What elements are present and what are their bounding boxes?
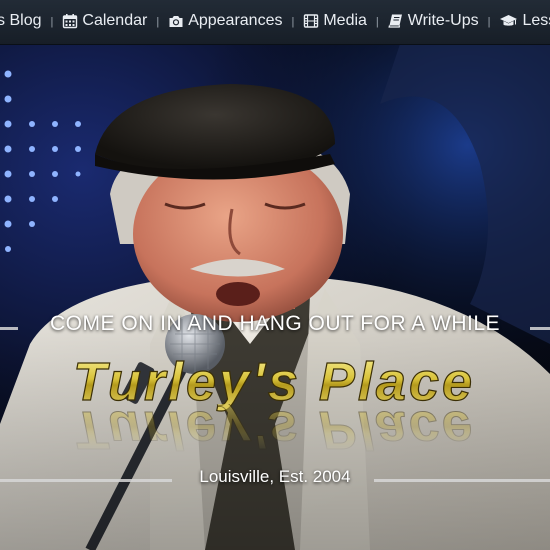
page: 's Blog | Calendar | xyxy=(0,0,550,550)
nav-item-label: 's Blog xyxy=(0,12,42,29)
camera-icon xyxy=(169,16,183,27)
book-icon xyxy=(388,14,402,28)
film-icon xyxy=(304,14,319,28)
nav-item-lessons[interactable]: Less xyxy=(499,12,550,30)
top-nav: 's Blog | Calendar | xyxy=(0,0,550,45)
nav-item-label: Appearances xyxy=(188,12,283,29)
nav-item-write-ups[interactable]: Write-Ups xyxy=(388,12,479,30)
nav-separator: | xyxy=(375,16,379,28)
nav-menu: 's Blog | Calendar | xyxy=(0,12,550,30)
nav-separator: | xyxy=(50,16,54,28)
nav-item-label: Write-Ups xyxy=(407,12,479,29)
nav-item-label: Calendar xyxy=(82,12,148,29)
nav-separator: | xyxy=(291,16,295,28)
nav-item-appearances[interactable]: Appearances xyxy=(168,12,282,30)
nav-item-blog[interactable]: 's Blog xyxy=(0,12,42,30)
nav-separator: | xyxy=(156,16,160,28)
subtitle: Louisville, Est. 2004 xyxy=(199,467,351,486)
tagline: COME ON IN AND HANG OUT FOR A WHILE xyxy=(50,312,500,335)
graduation-cap-icon xyxy=(500,15,518,26)
nav-item-label: Media xyxy=(323,12,367,29)
nav-item-label: Less xyxy=(522,12,550,29)
nav-item-media[interactable]: Media xyxy=(303,12,367,30)
calendar-icon xyxy=(63,14,78,29)
logo-reflection: Turley's Place xyxy=(73,400,475,454)
hero-banner: COME ON IN AND HANG OUT FOR A WHILE Turl… xyxy=(0,44,550,550)
nav-separator: | xyxy=(487,16,491,28)
nav-item-calendar[interactable]: Calendar xyxy=(62,12,147,30)
site-logo: Turley's Place Turley's Place xyxy=(72,354,475,454)
